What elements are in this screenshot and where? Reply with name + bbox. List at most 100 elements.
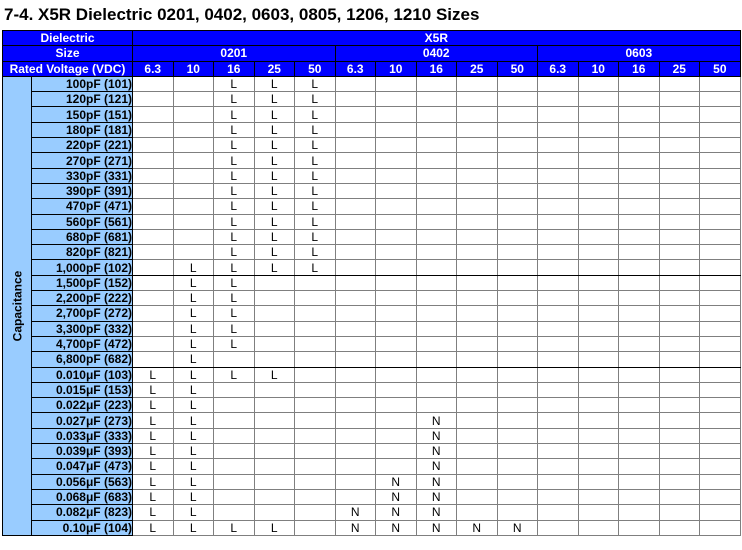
table-cell xyxy=(496,182,538,200)
capacitance-value-label: 820pF (821) xyxy=(31,244,133,261)
table-cell xyxy=(294,397,336,414)
table-cell xyxy=(618,381,660,399)
table-cell xyxy=(537,121,579,139)
table-cell xyxy=(294,443,336,460)
table-row: 0.10μF (104) L L L L N N N N N xyxy=(3,519,741,536)
table-cell xyxy=(658,274,700,292)
table-cell: N xyxy=(334,504,376,521)
table-cell xyxy=(253,443,295,460)
table-cell xyxy=(699,397,741,414)
table-cell: L xyxy=(172,305,214,322)
table-cell: L xyxy=(253,259,295,276)
table-cell xyxy=(375,198,417,215)
table-cell xyxy=(375,106,417,123)
table-cell xyxy=(577,351,619,368)
table-cell xyxy=(456,351,498,368)
table-cell xyxy=(537,473,579,490)
table-cell xyxy=(132,152,174,169)
capacitance-value-label: 1,500pF (152) xyxy=(31,274,133,292)
table-cell xyxy=(496,397,538,414)
table-cell xyxy=(496,167,538,184)
table-row: 0.015μF (153) L L xyxy=(3,381,741,399)
table-cell: L xyxy=(294,137,336,154)
table-cell xyxy=(537,106,579,123)
table-cell: L xyxy=(172,412,214,429)
table-cell xyxy=(456,381,498,399)
table-cell: L xyxy=(213,137,255,154)
table-cell xyxy=(375,381,417,399)
table-cell xyxy=(699,106,741,123)
table-cell xyxy=(537,228,579,246)
table-cell xyxy=(334,274,376,292)
table-cell xyxy=(496,335,538,353)
table-cell: L xyxy=(132,381,174,399)
table-cell: L xyxy=(172,274,214,292)
table-cell xyxy=(375,75,417,93)
table-cell xyxy=(699,198,741,215)
table-cell xyxy=(294,488,336,506)
table-cell: L xyxy=(132,458,174,475)
table-cell xyxy=(415,75,457,93)
table-cell: L xyxy=(253,152,295,169)
dielectric-value: X5R xyxy=(132,29,741,47)
capacitance-value-label: 120pF (121) xyxy=(31,91,133,108)
table-cell xyxy=(213,458,255,475)
table-cell xyxy=(496,305,538,322)
table-cell xyxy=(456,259,498,276)
table-cell xyxy=(415,381,457,399)
table-cell xyxy=(294,290,336,307)
table-cell xyxy=(618,259,660,276)
table-cell xyxy=(658,106,700,123)
table-cell xyxy=(375,320,417,337)
table-cell xyxy=(294,381,336,399)
table-cell xyxy=(375,427,417,445)
table-cell xyxy=(456,305,498,322)
table-cell xyxy=(537,381,579,399)
table-cell: L xyxy=(172,259,214,276)
table-row: 3,300pF (332) L L xyxy=(3,320,741,337)
table-cell xyxy=(132,351,174,368)
table-cell xyxy=(253,488,295,506)
voltage-header-cell: 6.3 xyxy=(132,60,174,77)
table-cell: N xyxy=(415,504,457,521)
table-cell xyxy=(213,488,255,506)
table-cell xyxy=(456,228,498,246)
table-cell xyxy=(577,366,619,383)
table-cell xyxy=(496,504,538,521)
table-cell xyxy=(132,335,174,353)
table-cell xyxy=(658,305,700,322)
capacitance-value-label: 0.033μF (333) xyxy=(31,427,133,445)
table-cell xyxy=(699,213,741,230)
capacitance-value-label: 560pF (561) xyxy=(31,213,133,230)
table-cell xyxy=(658,290,700,307)
table-cell: L xyxy=(213,106,255,123)
table-cell xyxy=(699,412,741,429)
table-cell: L xyxy=(213,75,255,93)
table-cell xyxy=(618,75,660,93)
table-cell xyxy=(415,305,457,322)
table-cell xyxy=(253,274,295,292)
table-row: 0.022μF (223) L L xyxy=(3,397,741,414)
table-cell xyxy=(618,443,660,460)
table-cell xyxy=(375,91,417,108)
table-cell xyxy=(658,351,700,368)
capacitance-value-label: 0.056μF (563) xyxy=(31,473,133,490)
table-cell xyxy=(415,106,457,123)
table-cell xyxy=(658,366,700,383)
table-cell: L xyxy=(294,244,336,261)
table-cell xyxy=(618,228,660,246)
table-cell: L xyxy=(132,488,174,506)
capacitance-value-label: 220pF (221) xyxy=(31,137,133,154)
capacitance-value-label: 150pF (151) xyxy=(31,106,133,123)
table-cell xyxy=(375,152,417,169)
capacitance-value-label: 2,700pF (272) xyxy=(31,305,133,322)
table-cell: N xyxy=(375,473,417,490)
table-cell xyxy=(618,305,660,322)
table-row: 120pF (121) L L L xyxy=(3,91,741,108)
voltage-header-cell: 50 xyxy=(294,60,336,77)
table-cell xyxy=(496,458,538,475)
table-cell xyxy=(496,106,538,123)
table-cell xyxy=(375,397,417,414)
table-cell xyxy=(699,305,741,322)
table-cell xyxy=(132,259,174,276)
